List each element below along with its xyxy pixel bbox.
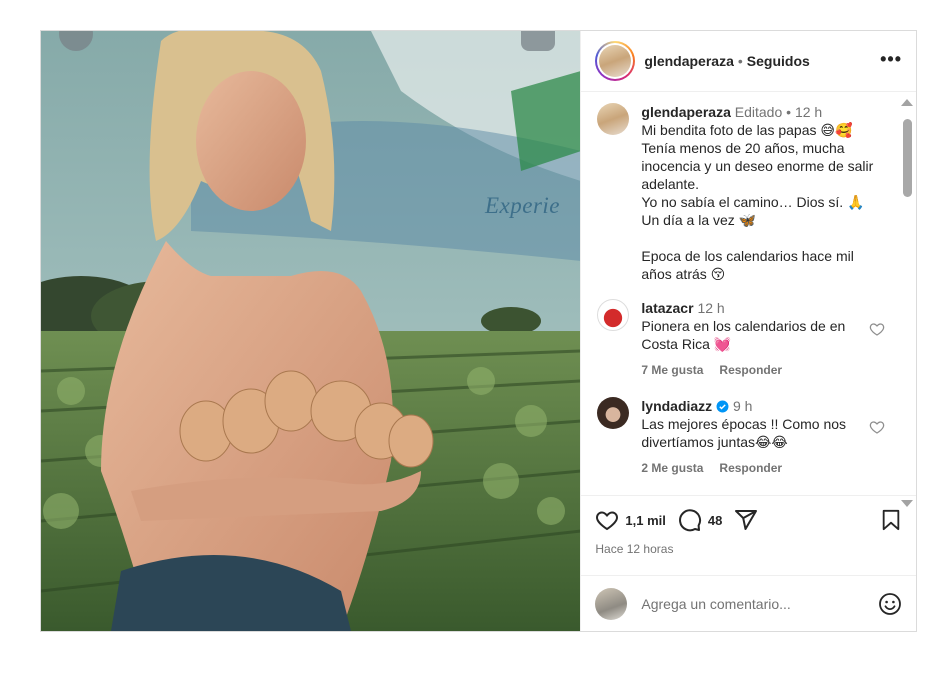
post-modal: Experie glendaperaza • Seguidos ••• glen…	[40, 30, 917, 632]
comment-avatar[interactable]	[597, 299, 630, 331]
post-timestamp: Hace 12 horas	[595, 542, 674, 556]
caption-text-line: Epoca de los calendarios hace mil años a…	[641, 248, 854, 282]
comment-composer	[581, 575, 917, 631]
caption-username[interactable]: glendaperaza	[641, 104, 730, 120]
photo-corner-overlay	[521, 31, 555, 51]
author-avatar-story-ring[interactable]	[595, 41, 636, 81]
comment-avatar[interactable]	[597, 397, 630, 429]
comments-scrollbar[interactable]	[900, 97, 914, 507]
photo-illustration	[41, 31, 581, 631]
comment-text: Las mejores épocas !! Como nos divertíam…	[641, 416, 847, 450]
photo-overlay-text: Experie	[485, 193, 561, 218]
scrollbar-thumb[interactable]	[903, 119, 912, 197]
comment-icon[interactable]	[678, 508, 702, 532]
post-actions: 1,1 mil 48 Hace 12 horas	[581, 495, 917, 575]
emoji-icon[interactable]	[878, 592, 902, 616]
comment-username[interactable]: latazacr	[641, 300, 693, 316]
comment-item: latazacr 12 h Pionera en los calendarios…	[597, 299, 885, 379]
post-header: glendaperaza • Seguidos •••	[581, 31, 916, 92]
comment-time: 12 h	[697, 300, 725, 316]
follow-state[interactable]: Seguidos	[747, 53, 810, 69]
more-options-icon[interactable]: •••	[880, 49, 902, 70]
caption-text-line: Tenía menos de 20 años, mucha inocencia …	[641, 140, 874, 192]
separator-dot: •	[737, 53, 743, 69]
comment-input[interactable]	[641, 595, 862, 612]
share-icon[interactable]	[734, 508, 758, 532]
verified-badge-icon	[716, 400, 729, 413]
author-avatar	[599, 45, 632, 77]
heart-icon[interactable]	[595, 508, 619, 532]
reply-button[interactable]: Responder	[719, 459, 782, 477]
comment-text: Pionera en los calendarios de en Costa R…	[641, 318, 846, 352]
caption-text-line: Un día a la vez 🦋	[641, 212, 757, 228]
scroll-up-arrow-icon[interactable]	[901, 99, 913, 106]
current-user-avatar	[595, 587, 628, 620]
reply-button[interactable]: Responder	[719, 361, 782, 379]
caption: glendaperaza Editado • 12 h Mi bendita f…	[597, 103, 885, 283]
comment-likes[interactable]: 2 Me gusta	[641, 459, 703, 477]
bookmark-icon[interactable]	[880, 509, 902, 531]
post-side-panel: glendaperaza • Seguidos ••• glendaperaza…	[580, 31, 917, 631]
comment-likes[interactable]: 7 Me gusta	[641, 361, 703, 379]
caption-text-line: Mi bendita foto de las papas 😅🥰	[641, 122, 853, 138]
caption-time: 12 h	[794, 104, 823, 120]
like-count[interactable]: 1,1 mil	[625, 513, 665, 528]
caption-avatar[interactable]	[597, 103, 630, 135]
comment-time: 9 h	[732, 398, 753, 414]
post-photo[interactable]: Experie	[41, 31, 581, 631]
comments-list[interactable]: glendaperaza Editado • 12 h Mi bendita f…	[581, 93, 901, 495]
caption-text-line: Yo no sabía el camino… Dios sí. 🙏	[641, 194, 865, 210]
comment-count[interactable]: 48	[708, 513, 722, 528]
author-username[interactable]: glendaperaza	[644, 53, 733, 69]
comment-item: lyndadiazz 9 h Las mejores épocas !! Com…	[597, 397, 885, 477]
heart-icon[interactable]	[869, 321, 885, 337]
comment-username[interactable]: lyndadiazz	[641, 398, 712, 414]
edited-label: Editado	[734, 104, 783, 120]
heart-icon[interactable]	[869, 419, 885, 435]
